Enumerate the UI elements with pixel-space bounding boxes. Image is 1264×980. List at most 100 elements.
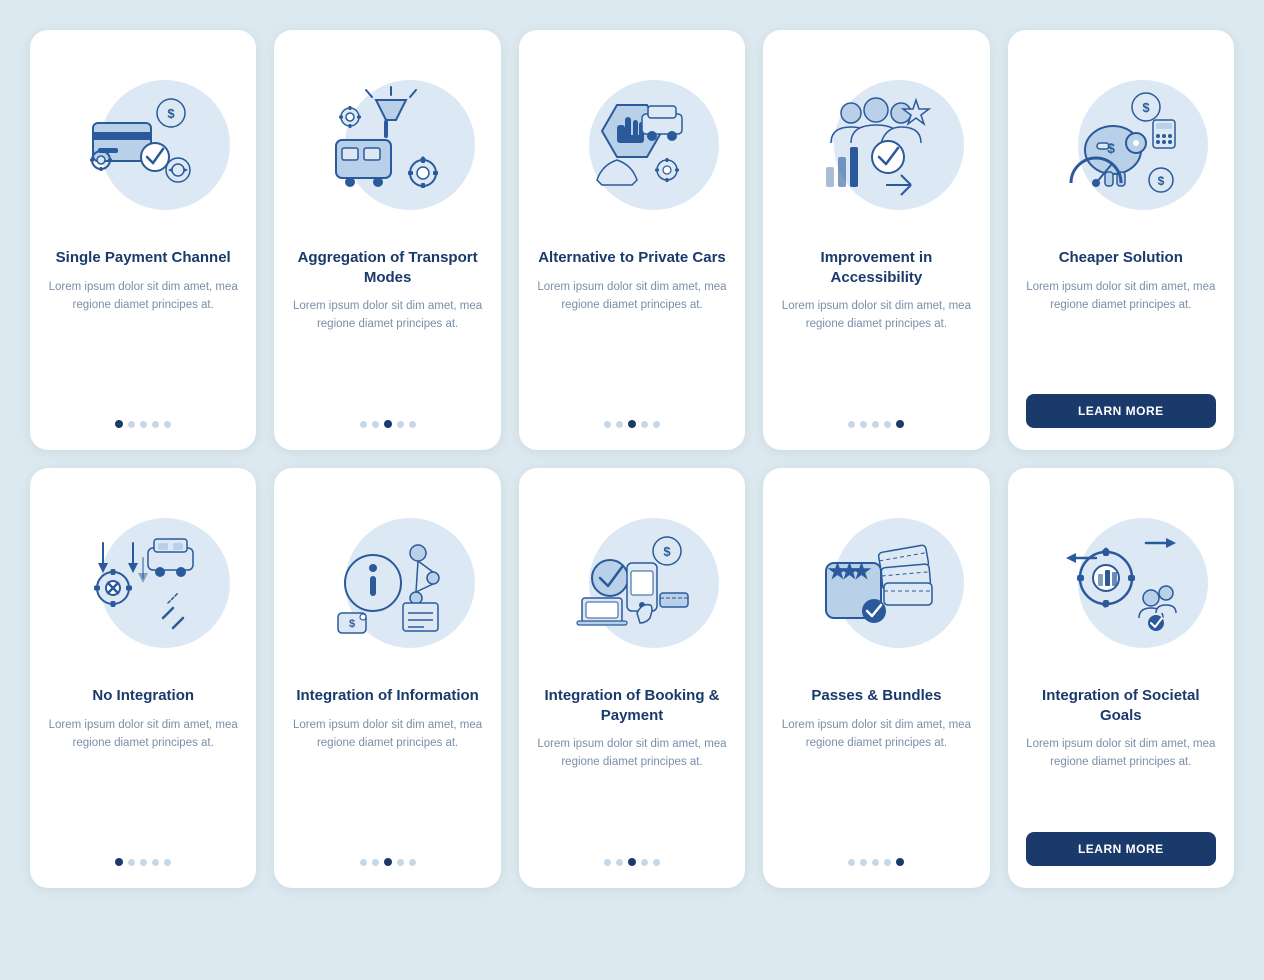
dot-4 bbox=[884, 421, 891, 428]
card-grid: $ Single bbox=[30, 30, 1234, 888]
alternative-cars-icon bbox=[572, 85, 692, 205]
dot-2 bbox=[616, 421, 623, 428]
card-integration-societal: Integration of Societal Goals Lorem ipsu… bbox=[1008, 468, 1234, 888]
dot-4 bbox=[152, 421, 159, 428]
pagination-dots bbox=[115, 858, 171, 866]
card-footer bbox=[781, 420, 971, 428]
learn-more-button[interactable]: LEARN MORE bbox=[1026, 832, 1216, 866]
integration-booking-icon: $ bbox=[572, 523, 692, 643]
dot-4 bbox=[884, 859, 891, 866]
pagination-dots bbox=[115, 420, 171, 428]
card-integration-information: $ Integration of Information Lorem ipsum… bbox=[274, 468, 500, 888]
card-aggregation-transport: Aggregation of Transport Modes Lorem ips… bbox=[274, 30, 500, 450]
dot-3 bbox=[872, 859, 879, 866]
dot-4 bbox=[641, 421, 648, 428]
card-footer: LEARN MORE bbox=[1026, 832, 1216, 866]
card-icon-area bbox=[781, 50, 971, 240]
dot-4 bbox=[641, 859, 648, 866]
dot-2 bbox=[128, 421, 135, 428]
dot-3 bbox=[628, 420, 636, 428]
card-icon-area: $ bbox=[292, 488, 482, 678]
card-icon-area bbox=[537, 50, 727, 240]
dot-1 bbox=[848, 859, 855, 866]
svg-text:$: $ bbox=[1142, 100, 1150, 115]
aggregation-transport-icon bbox=[328, 85, 448, 205]
integration-societal-icon bbox=[1061, 523, 1181, 643]
card-alternative-cars: Alternative to Private Cars Lorem ipsum … bbox=[519, 30, 745, 450]
dot-4 bbox=[152, 859, 159, 866]
svg-text:$: $ bbox=[168, 106, 176, 121]
card-body: Lorem ipsum dolor sit dim amet, mea regi… bbox=[1026, 278, 1216, 381]
card-footer bbox=[292, 420, 482, 428]
svg-text:$: $ bbox=[1157, 174, 1164, 188]
card-no-integration: No Integration Lorem ipsum dolor sit dim… bbox=[30, 468, 256, 888]
card-footer bbox=[48, 420, 238, 428]
passes-bundles-icon bbox=[816, 523, 936, 643]
card-icon-area bbox=[1026, 488, 1216, 678]
dot-3 bbox=[628, 858, 636, 866]
single-payment-icon: $ bbox=[83, 85, 203, 205]
improvement-accessibility-icon bbox=[816, 85, 936, 205]
dot-5 bbox=[896, 858, 904, 866]
card-improvement-accessibility: Improvement in Accessibility Lorem ipsum… bbox=[763, 30, 989, 450]
card-icon-area: $ $ $ bbox=[1026, 50, 1216, 240]
card-title: Aggregation of Transport Modes bbox=[292, 248, 482, 287]
svg-text:$: $ bbox=[349, 618, 355, 630]
dot-3 bbox=[140, 859, 147, 866]
card-title: Single Payment Channel bbox=[56, 248, 231, 268]
dot-1 bbox=[115, 420, 123, 428]
dot-2 bbox=[616, 859, 623, 866]
card-title: Integration of Societal Goals bbox=[1026, 686, 1216, 725]
dot-1 bbox=[360, 421, 367, 428]
card-body: Lorem ipsum dolor sit dim amet, mea regi… bbox=[781, 297, 971, 406]
card-passes-bundles: Passes & Bundles Lorem ipsum dolor sit d… bbox=[763, 468, 989, 888]
dot-5 bbox=[653, 859, 660, 866]
pagination-dots bbox=[360, 858, 416, 866]
cheaper-solution-icon: $ $ $ bbox=[1061, 85, 1181, 205]
card-title: Passes & Bundles bbox=[811, 686, 941, 706]
dot-5 bbox=[164, 421, 171, 428]
pagination-dots bbox=[604, 858, 660, 866]
dot-2 bbox=[372, 421, 379, 428]
dot-3 bbox=[140, 421, 147, 428]
card-footer: LEARN MORE bbox=[1026, 394, 1216, 428]
dot-1 bbox=[848, 421, 855, 428]
pagination-dots bbox=[604, 420, 660, 428]
dot-5 bbox=[653, 421, 660, 428]
dot-2 bbox=[372, 859, 379, 866]
card-title: Cheaper Solution bbox=[1059, 248, 1183, 268]
card-footer bbox=[537, 858, 727, 866]
card-title: Alternative to Private Cars bbox=[538, 248, 726, 268]
dot-5 bbox=[409, 421, 416, 428]
svg-text:$: $ bbox=[663, 544, 671, 559]
dot-5 bbox=[896, 420, 904, 428]
no-integration-icon bbox=[83, 523, 203, 643]
card-body: Lorem ipsum dolor sit dim amet, mea regi… bbox=[292, 716, 482, 845]
dot-2 bbox=[860, 859, 867, 866]
dot-2 bbox=[128, 859, 135, 866]
dot-3 bbox=[384, 858, 392, 866]
card-body: Lorem ipsum dolor sit dim amet, mea regi… bbox=[1026, 735, 1216, 818]
learn-more-button[interactable]: LEARN MORE bbox=[1026, 394, 1216, 428]
card-icon-area: $ bbox=[48, 50, 238, 240]
dot-5 bbox=[164, 859, 171, 866]
card-body: Lorem ipsum dolor sit dim amet, mea regi… bbox=[537, 735, 727, 844]
dot-1 bbox=[360, 859, 367, 866]
dot-1 bbox=[604, 421, 611, 428]
card-footer bbox=[292, 858, 482, 866]
card-title: Integration of Booking & Payment bbox=[537, 686, 727, 725]
card-icon-area bbox=[48, 488, 238, 678]
card-footer bbox=[537, 420, 727, 428]
pagination-dots bbox=[848, 420, 904, 428]
card-body: Lorem ipsum dolor sit dim amet, mea regi… bbox=[537, 278, 727, 407]
dot-1 bbox=[604, 859, 611, 866]
card-footer bbox=[48, 858, 238, 866]
pagination-dots bbox=[360, 420, 416, 428]
dot-1 bbox=[115, 858, 123, 866]
card-icon-area bbox=[781, 488, 971, 678]
dot-4 bbox=[397, 859, 404, 866]
card-integration-booking: $ Integration of Booking & Payment Lorem… bbox=[519, 468, 745, 888]
card-body: Lorem ipsum dolor sit dim amet, mea regi… bbox=[48, 278, 238, 407]
card-icon-area bbox=[292, 50, 482, 240]
svg-text:$: $ bbox=[1107, 140, 1115, 156]
